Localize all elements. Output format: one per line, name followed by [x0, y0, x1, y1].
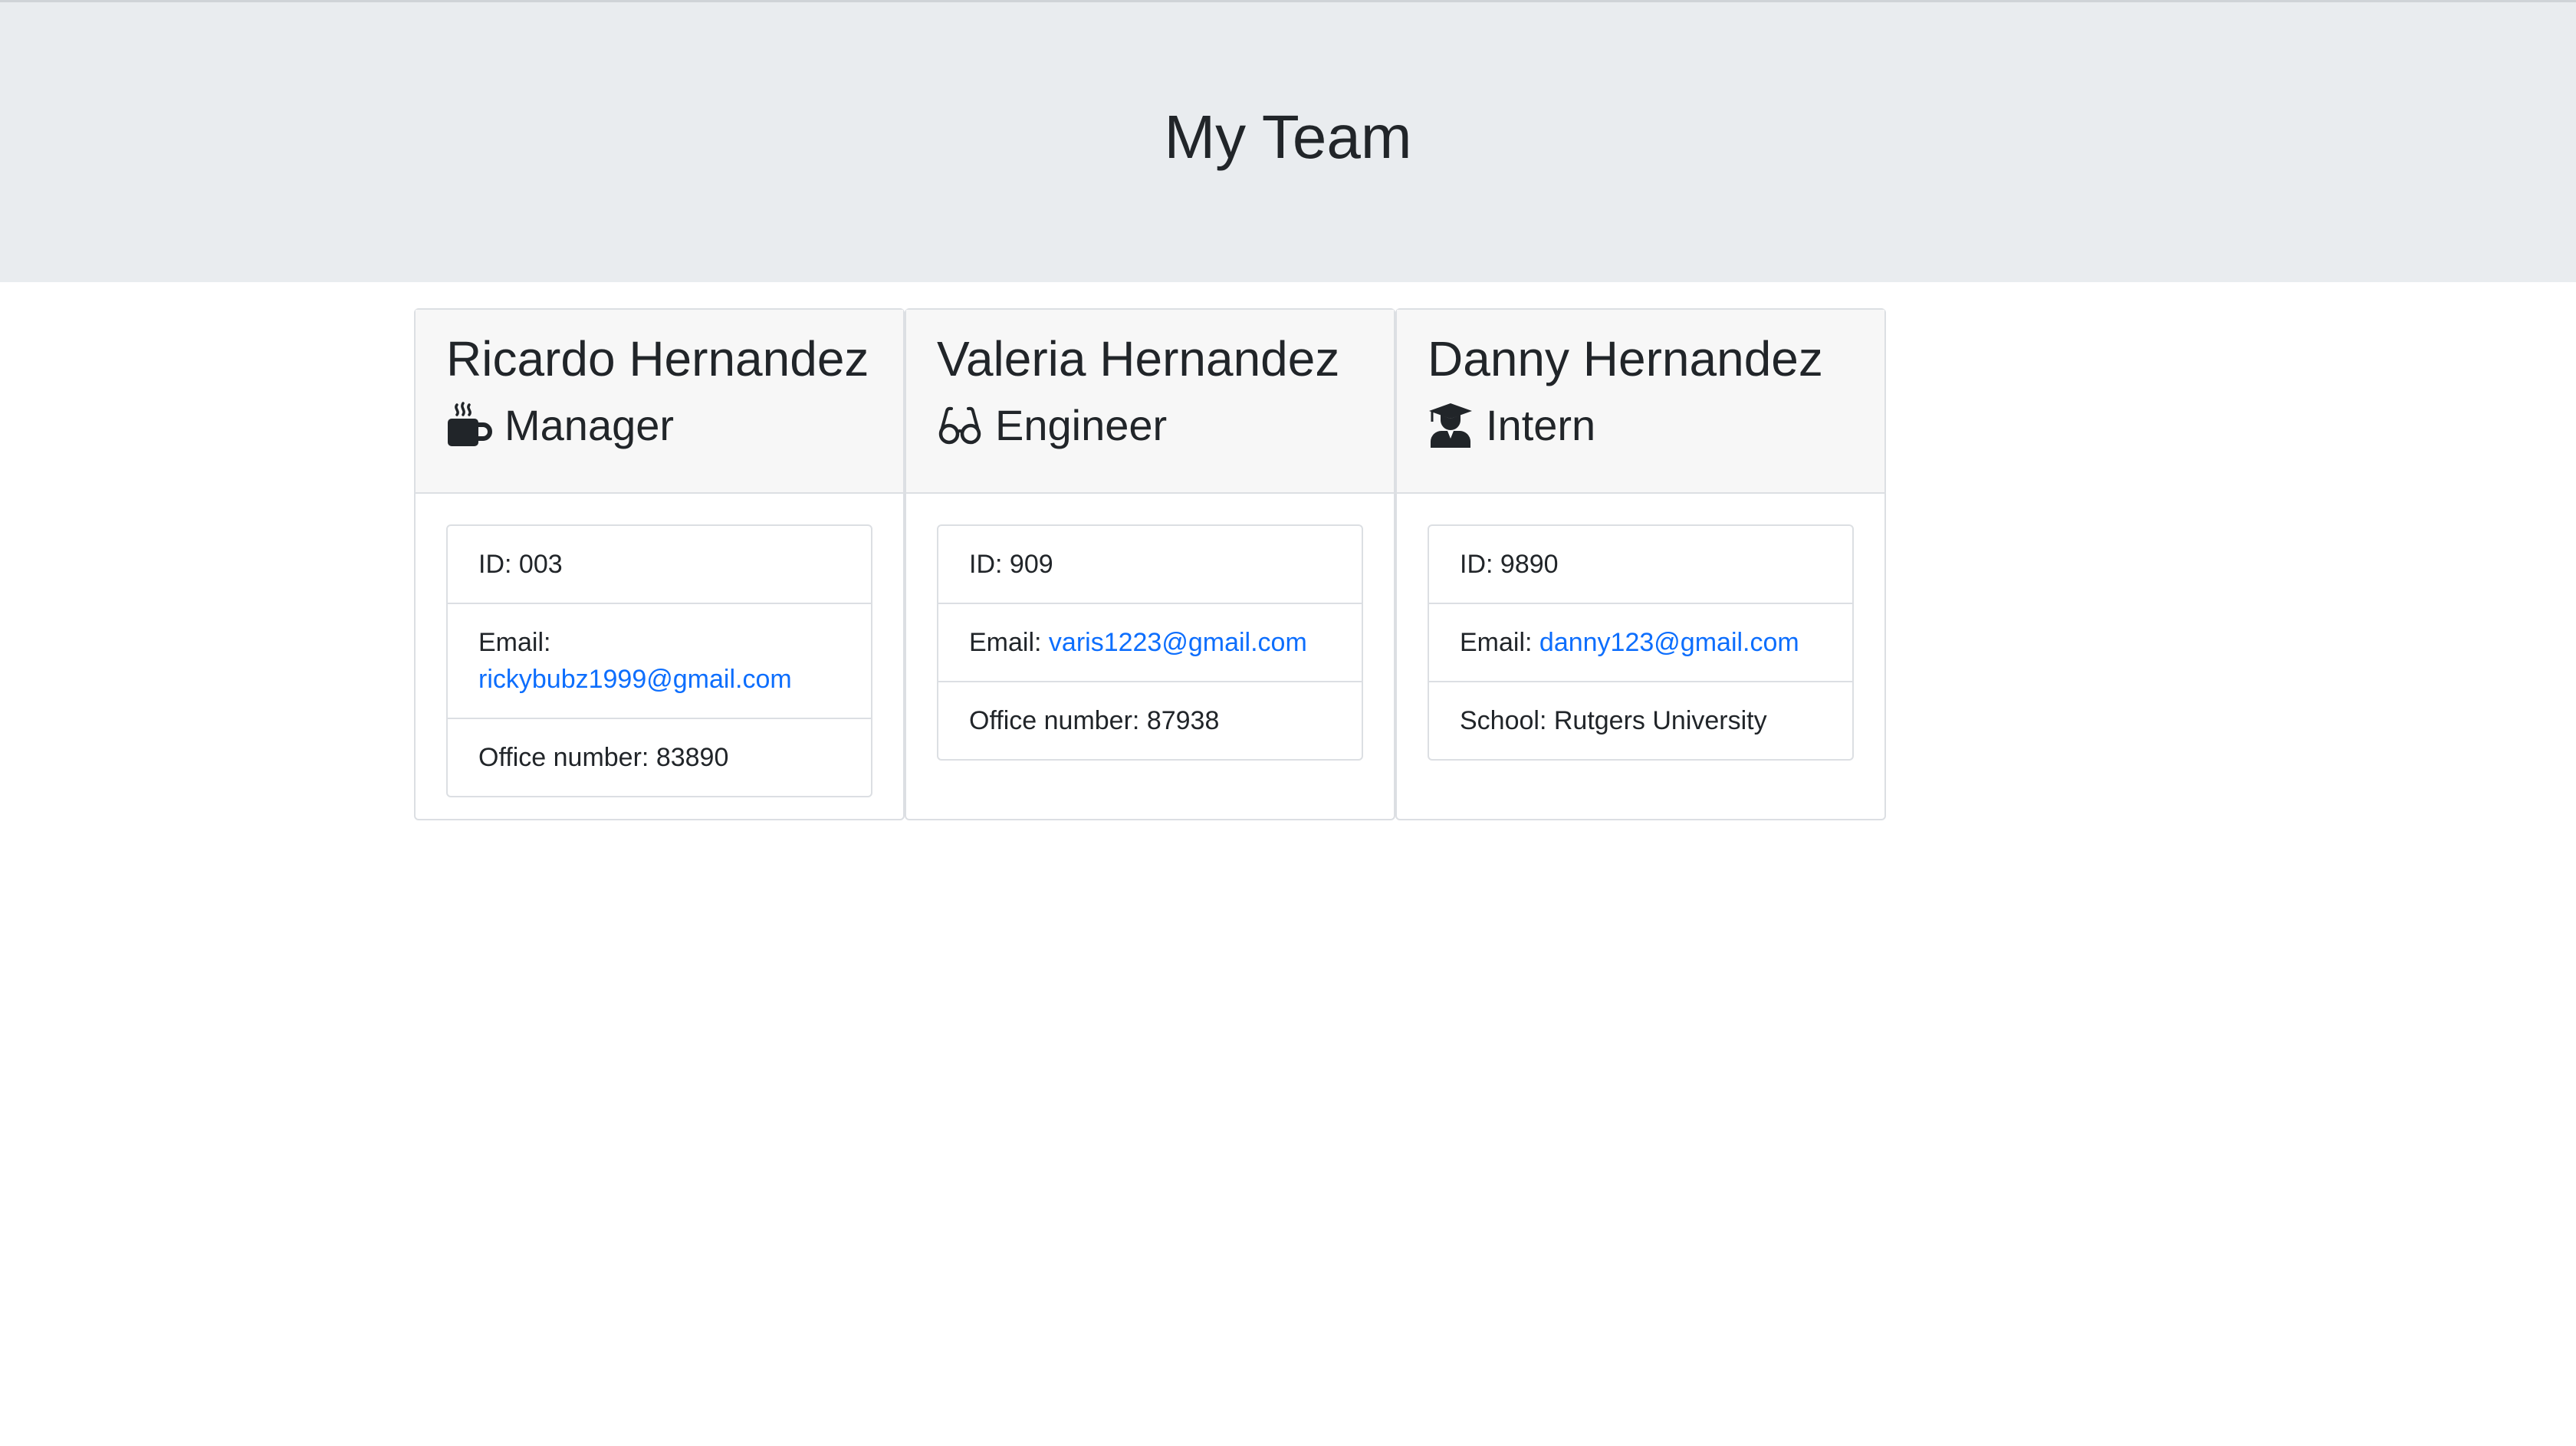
email-item: Email: varis1223@gmail.com — [938, 604, 1362, 682]
details-list: ID: 909 Email: varis1223@gmail.com Offic… — [937, 524, 1363, 761]
office-number-value: 87938 — [1146, 706, 1220, 735]
details-list: ID: 9890 Email: danny123@gmail.com Schoo… — [1428, 524, 1854, 761]
id-item: ID: 9890 — [1429, 526, 1852, 604]
employee-role: Intern — [1428, 399, 1854, 451]
email-link[interactable]: rickybubz1999@gmail.com — [478, 665, 792, 694]
role-label: Manager — [504, 400, 675, 449]
email-item: Email: danny123@gmail.com — [1429, 604, 1852, 682]
id-label: ID: — [969, 550, 1010, 579]
page-title: My Team — [1164, 103, 1412, 171]
email-label: Email: — [478, 628, 551, 657]
team-cards: Ricardo Hernandez Manager ID: 003 Email:… — [414, 308, 1886, 820]
card-header: Valeria Hernandez Engineer — [906, 310, 1394, 494]
card-body: ID: 909 Email: varis1223@gmail.com Offic… — [906, 494, 1394, 761]
glasses-icon — [937, 402, 983, 448]
email-label: Email: — [969, 628, 1049, 657]
office-number-label: Office number: — [478, 743, 656, 772]
id-value: 003 — [518, 550, 563, 579]
employee-card: Danny Hernandez Intern ID: 9890 Email: d… — [1395, 308, 1886, 820]
office-number-item: Office number: 87938 — [938, 682, 1362, 759]
employee-card: Ricardo Hernandez Manager ID: 003 Email:… — [414, 308, 905, 820]
card-body: ID: 003 Email: rickybubz1999@gmail.com O… — [416, 494, 903, 797]
email-label: Email: — [1460, 628, 1539, 657]
employee-name: Valeria Hernandez — [937, 331, 1340, 386]
id-item: ID: 909 — [938, 526, 1362, 604]
id-value: 909 — [1009, 550, 1053, 579]
graduate-icon — [1428, 402, 1474, 449]
coffee-mug-icon — [446, 402, 492, 448]
card-body: ID: 9890 Email: danny123@gmail.com Schoo… — [1397, 494, 1884, 761]
email-link[interactable]: danny123@gmail.com — [1539, 628, 1799, 657]
id-label: ID: — [478, 550, 519, 579]
employee-role: Engineer — [937, 399, 1363, 451]
role-label: Intern — [1486, 400, 1596, 449]
details-list: ID: 003 Email: rickybubz1999@gmail.com O… — [446, 524, 872, 797]
role-label: Engineer — [995, 400, 1168, 449]
email-link[interactable]: varis1223@gmail.com — [1049, 628, 1307, 657]
card-header: Ricardo Hernandez Manager — [416, 310, 903, 494]
id-value: 9890 — [1500, 550, 1559, 579]
email-item: Email: rickybubz1999@gmail.com — [448, 604, 871, 719]
id-label: ID: — [1460, 550, 1500, 579]
school-item: School: Rutgers University — [1429, 682, 1852, 759]
employee-card: Valeria Hernandez Engineer ID: 909 Email… — [905, 308, 1395, 820]
employee-name: Ricardo Hernandez — [446, 331, 869, 386]
card-header: Danny Hernandez Intern — [1397, 310, 1884, 494]
employee-name: Danny Hernandez — [1428, 331, 1823, 386]
office-number-item: Office number: 83890 — [448, 719, 871, 796]
school-value: Rutgers University — [1553, 706, 1767, 735]
office-number-label: Office number: — [969, 706, 1147, 735]
school-label: School: — [1460, 706, 1554, 735]
office-number-value: 83890 — [656, 743, 729, 772]
page-header: My Team — [0, 0, 2576, 282]
id-item: ID: 003 — [448, 526, 871, 604]
employee-role: Manager — [446, 399, 872, 451]
